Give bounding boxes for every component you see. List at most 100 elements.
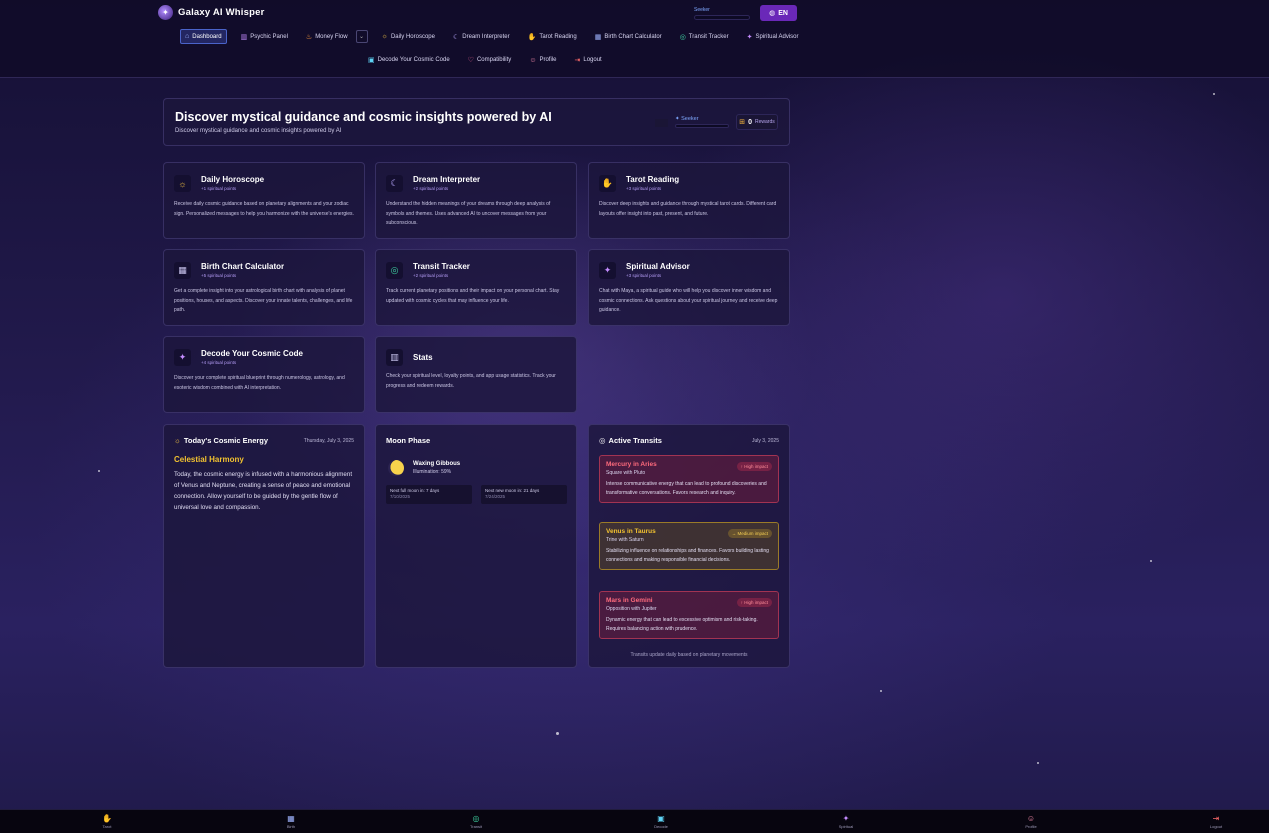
user-icon: ☺ — [529, 56, 537, 64]
feature-card-daily-horoscope[interactable]: ☼ Daily Horoscope +1 spiritual points Recei… — [163, 162, 365, 239]
calendar-icon: ▦ — [594, 33, 602, 41]
bottom-nav-logout[interactable]: ⇥ Logout — [1196, 814, 1236, 829]
nav-item-tarot-reading[interactable]: ✋ Tarot Reading — [524, 30, 581, 44]
nav-item-money-flow[interactable]: ♨ Money Flow — [302, 30, 352, 44]
bottom-nav-label: Logout — [1209, 824, 1223, 829]
nav-item-label: Spiritual Advisor — [755, 33, 799, 40]
impact-badge: → Medium impact — [727, 529, 772, 538]
nav-item-decode-your-cosmic-code[interactable]: ▣ Decode Your Cosmic Code — [364, 53, 454, 67]
feature-card-dream-interpreter[interactable]: ☾ Dream Interpreter +2 spiritual points Und… — [375, 162, 577, 239]
feature-card-spiritual-advisor[interactable]: ✦ Spiritual Advisor +3 spiritual points Cha… — [588, 249, 790, 326]
transits-date: July 3, 2025 — [752, 437, 779, 444]
feature-card-birth-chart-calculator[interactable]: ▦ Birth Chart Calculator +5 spiritual poin… — [163, 249, 365, 326]
transit-card-venus-in-taurus[interactable]: Venus in Taurus Trine with Saturn Stabiliz… — [599, 522, 779, 570]
brand-name: Galaxy AI Whisper — [178, 7, 265, 18]
chart-icon: ▥ — [240, 33, 248, 41]
sun-icon: ☼ — [174, 436, 181, 445]
impact-label: High impact — [744, 600, 768, 605]
seeker-label: Seeker — [694, 7, 710, 13]
feature-title: Decode Your Cosmic Code — [201, 349, 303, 358]
feature-description: Discover your complete spiritual bluepri… — [174, 375, 345, 391]
bottom-nav-label: Tarot — [102, 824, 112, 829]
transit-card-mercury-in-aries[interactable]: Mercury in Aries Square with Pluto Intense… — [599, 455, 779, 503]
active-transits-panel: ◎ Active Transits July 3, 2025 Mercury in… — [588, 424, 790, 668]
bottom-nav-birth[interactable]: ▦ Birth — [271, 814, 311, 829]
nav-item-profile[interactable]: ☺ Profile — [525, 54, 560, 67]
feature-title: Spiritual Advisor — [626, 262, 690, 271]
nav-item-spiritual-advisor[interactable]: ✦ Spiritual Advisor — [743, 30, 803, 44]
heart-icon: ♡ — [467, 57, 474, 64]
transit-description: Intense communicative energy that can le… — [606, 481, 767, 496]
nav-item-logout[interactable]: ⇥ Logout — [570, 53, 605, 67]
grid-icon: ▣ — [368, 57, 375, 64]
feature-description: Chat with Maya, a spiritual guide who wi… — [599, 288, 778, 313]
bottom-nav-transit[interactable]: ◎ Transit — [456, 814, 496, 829]
bottom-nav-label: Birth — [286, 824, 296, 829]
next-full-moon-date: 7/10/2025 — [390, 494, 411, 499]
grid-icon: ▣ — [657, 814, 665, 823]
sparkle-icon: ✦ — [746, 33, 753, 41]
next-new-moon-date: 7/24/2025 — [485, 494, 506, 499]
money-flow-dropdown-toggle[interactable]: ⌄ — [355, 30, 368, 43]
feature-description: Understand the hidden meanings of your d… — [386, 201, 551, 226]
logout-icon: ⇥ — [574, 57, 581, 64]
bottom-nav-decode[interactable]: ▣ Decode — [641, 814, 681, 829]
sparkle-icon: ✦ — [599, 262, 616, 279]
hero-seeker-label: Seeker — [681, 116, 699, 122]
nav-item-daily-horoscope[interactable]: ☼ Daily Horoscope — [378, 30, 439, 43]
hero-seeker-progress — [675, 124, 729, 128]
bottom-nav-spiritual[interactable]: ✦ Spiritual — [826, 814, 866, 829]
nav-item-dashboard[interactable]: ⌂ Dashboard — [180, 29, 227, 44]
compass-icon: ◎ — [386, 262, 403, 279]
feature-points: +3 spiritual points — [626, 273, 662, 278]
brand[interactable]: ✦ Galaxy AI Whisper — [158, 5, 264, 20]
feature-title: Daily Horoscope — [201, 175, 265, 184]
rewards-button[interactable]: ⊞ 0 Rewards — [736, 114, 778, 130]
feature-points: +4 spiritual points — [201, 360, 237, 365]
feature-card-tarot-reading[interactable]: ✋ Tarot Reading +3 spiritual points Discove… — [588, 162, 790, 239]
nav-item-dream-interpreter[interactable]: ☾ Dream Interpreter — [449, 30, 514, 44]
main-nav-row-2: ▣ Decode Your Cosmic Code ♡ Compatibility ☺ P… — [364, 53, 606, 67]
transit-card-mars-in-gemini[interactable]: Mars in Gemini Opposition with Jupiter Dyn… — [599, 591, 779, 639]
nav-item-compatibility[interactable]: ♡ Compatibility — [464, 53, 516, 67]
rewards-count: 0 — [748, 118, 753, 126]
moon-icon: ☾ — [452, 33, 460, 41]
feature-title: Tarot Reading — [626, 175, 680, 184]
sun-icon: ☼ — [174, 175, 191, 192]
next-new-moon-box: Next new moon in: 21 days 7/24/2025 — [481, 485, 567, 504]
nav-item-transit-tracker[interactable]: ◎ Transit Tracker — [676, 30, 733, 44]
moon-phase-name: Waxing Gibbous — [413, 461, 461, 467]
hero-seeker-indicator: ✦ Seeker — [675, 116, 729, 128]
feature-points: +2 spiritual points — [413, 273, 449, 278]
chevron-down-icon: ⌄ — [359, 34, 365, 40]
nav-item-label: Dream Interpreter — [462, 33, 510, 40]
calendar-icon: ▦ — [287, 814, 295, 823]
calendar-icon: ▦ — [174, 262, 191, 279]
page-title: Discover mystical guidance and cosmic in… — [175, 110, 552, 124]
top-navigation-bar: ✦ Galaxy AI Whisper Seeker ◍ EN ⌂ Dashboa… — [0, 0, 1269, 78]
nav-item-birth-chart-calculator[interactable]: ▦ Birth Chart Calculator — [591, 30, 666, 44]
language-selector-button[interactable]: ◍ EN — [760, 5, 797, 21]
feature-card-transit-tracker[interactable]: ◎ Transit Tracker +2 spiritual points Track… — [375, 249, 577, 326]
transits-title: Active Transits — [608, 436, 662, 445]
feature-description: Receive daily cosmic guidance based on p… — [174, 201, 354, 217]
nav-item-label: Profile — [539, 57, 557, 63]
feature-card-stats[interactable]: ▥ Stats Check your spiritual level, loya… — [375, 336, 577, 413]
nav-item-label: Logout — [583, 57, 602, 63]
nav-item-psychic-panel[interactable]: ▥ Psychic Panel — [237, 30, 292, 44]
compass-icon: ◎ — [599, 436, 606, 445]
feature-card-decode-your-cosmic-code[interactable]: ✦ Decode Your Cosmic Code +4 spiritual poi… — [163, 336, 365, 413]
galaxy-logo-icon: ✦ — [158, 5, 173, 20]
moon-icon: ☾ — [386, 175, 403, 192]
bar-chart-icon: ▥ — [386, 349, 403, 366]
level-badge-placeholder — [655, 119, 668, 127]
bottom-nav-tarot[interactable]: ✋ Tarot — [87, 814, 127, 829]
next-full-moon-box: Next full moon in: 7 days 7/10/2025 — [386, 485, 472, 504]
hero-banner: Discover mystical guidance and cosmic in… — [163, 98, 790, 146]
cards-icon: ✋ — [599, 175, 616, 192]
feature-title: Transit Tracker — [413, 262, 470, 271]
logout-icon: ⇥ — [1212, 814, 1220, 823]
home-icon: ⌂ — [185, 33, 190, 40]
compass-icon: ◎ — [472, 814, 480, 823]
bottom-nav-profile[interactable]: ☺ Profile — [1011, 814, 1051, 829]
